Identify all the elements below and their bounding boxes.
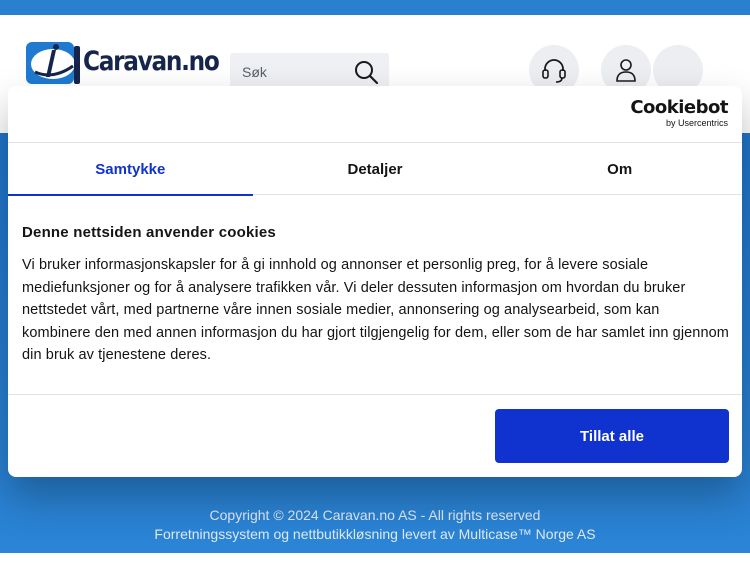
caravan-logo-icon	[26, 42, 80, 84]
tab-about[interactable]: Om	[497, 143, 742, 195]
cookie-consent-dialog: Cookiebot by Usercentrics Samtykke Detal…	[8, 86, 742, 477]
dialog-header: Cookiebot by Usercentrics	[8, 86, 742, 143]
user-icon	[616, 59, 636, 82]
footer-copyright: Copyright © 2024 Caravan.no AS - All rig…	[209, 507, 541, 523]
top-bar	[0, 0, 750, 15]
site-logo[interactable]: Caravan.no	[25, 40, 220, 88]
allow-all-button[interactable]: Tillat alle	[495, 409, 729, 463]
consent-tabs: Samtykke Detaljer Om	[8, 143, 742, 196]
cookiebot-logo[interactable]: Cookiebot by Usercentrics	[630, 98, 728, 129]
headset-icon	[542, 59, 566, 83]
dialog-text: Vi bruker informasjonskapsler for å gi i…	[22, 257, 729, 364]
search-placeholder: Søk	[242, 64, 267, 80]
cookiebot-sub: by Usercentrics	[665, 118, 728, 128]
dialog-title: Denne nettsiden anvender cookies	[22, 224, 276, 241]
tab-consent[interactable]: Samtykke	[8, 143, 253, 196]
dialog-divider	[8, 394, 742, 395]
dialog-body: Denne nettsiden anvender cookies Vi bruk…	[22, 224, 732, 367]
footer-credit: Forretningssystem og nettbutikkløsning l…	[154, 526, 596, 542]
cookiebot-name: Cookiebot	[630, 97, 728, 118]
logo-text: Caravan.no	[83, 46, 220, 77]
tab-details[interactable]: Detaljer	[253, 143, 498, 195]
search-icon[interactable]	[353, 59, 379, 85]
